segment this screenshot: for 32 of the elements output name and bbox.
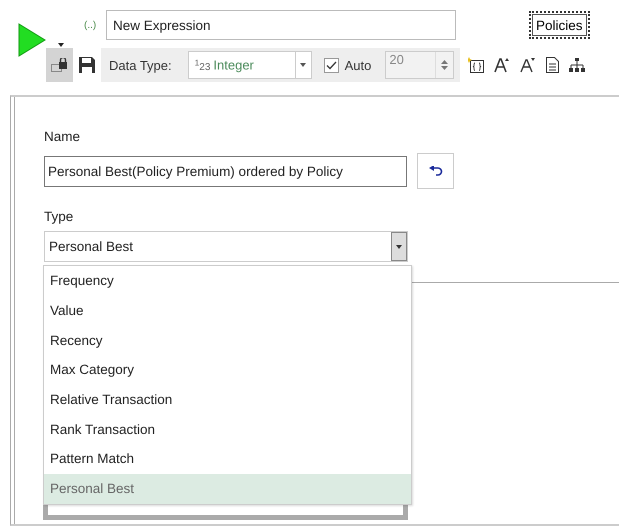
font-shrink-icon[interactable] [520,57,536,73]
undo-icon [428,166,442,176]
braces-icon[interactable] [468,57,484,73]
expression-field[interactable]: New Expression [106,10,456,40]
font-grow-icon[interactable] [494,57,510,73]
expression-marker: (..) [84,20,98,30]
lock-button[interactable] [46,48,73,82]
auto-label: Auto [344,58,372,72]
type-dropdown[interactable]: Personal Best [44,231,408,262]
hierarchy-icon[interactable] [569,57,586,73]
dropdown-option[interactable]: Pattern Match [44,444,411,474]
auto-checkbox[interactable] [324,58,339,72]
type-label: Type [44,209,74,224]
dropdown-option[interactable]: Recency [44,325,411,356]
dropdown-option[interactable]: Frequency [44,266,411,296]
dropdown-option[interactable]: Value [44,296,411,326]
run-button[interactable] [18,23,46,57]
data-type-dropdown[interactable]: $^{1}$23 Integer [188,51,312,79]
table-button[interactable]: Policies [529,11,590,39]
dropdown-option[interactable]: Personal Best [44,474,411,504]
undo-button[interactable] [417,153,454,189]
data-type-label: Data Type: [109,58,172,72]
lock-icon [50,58,68,72]
caret-icon [396,244,402,248]
dropdown-option[interactable]: Relative Transaction [44,384,411,414]
dropdown-option[interactable]: Rank Transaction [44,414,411,444]
name-label: Name [44,129,82,144]
caret-icon [300,63,306,67]
document-icon[interactable] [546,57,560,73]
save-icon[interactable] [79,57,95,73]
name-field[interactable]: Personal Best(Policy Premium) ordered by Policy [44,156,407,186]
dropdown-option[interactable]: Max Category [44,355,411,385]
